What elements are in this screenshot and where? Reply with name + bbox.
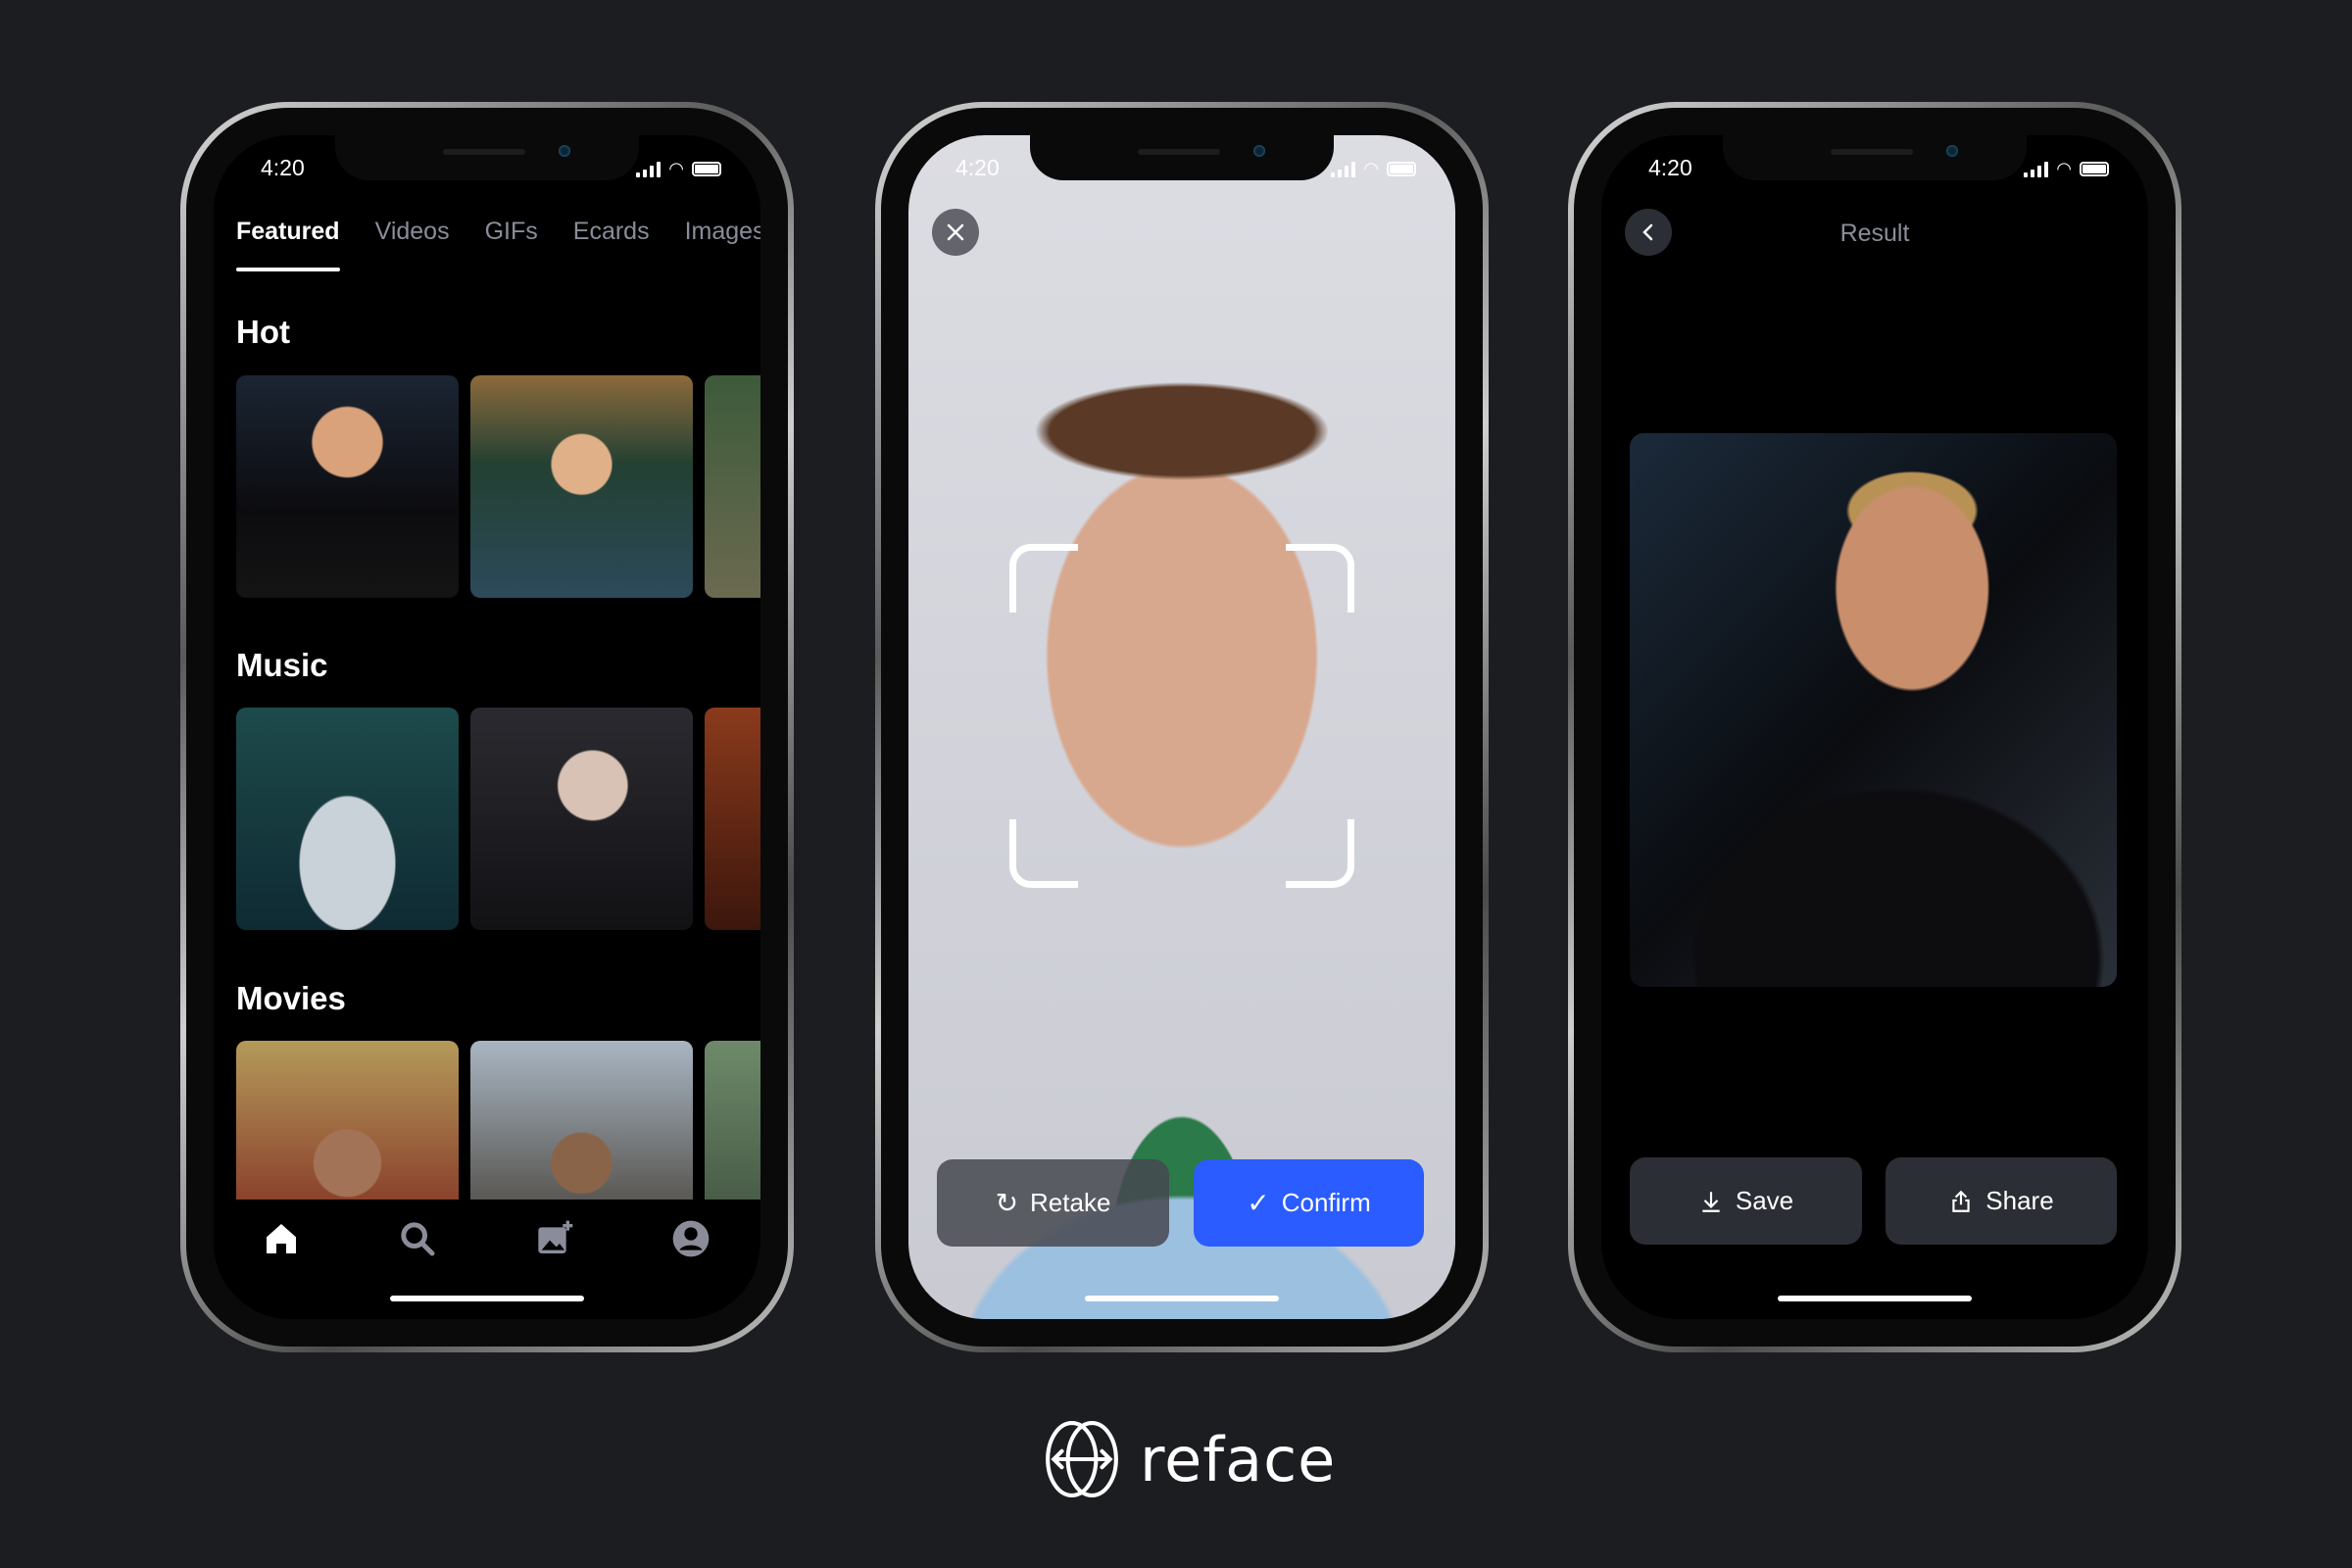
- face-frame: [1009, 544, 1354, 888]
- battery-icon: [2080, 162, 2109, 176]
- home-indicator: [1778, 1296, 1972, 1301]
- battery-icon: [1387, 162, 1416, 176]
- status-bar: 4:20 ◠: [214, 155, 760, 184]
- hot-row: [236, 375, 760, 598]
- video-thumbnail[interactable]: [470, 375, 693, 598]
- phone-feed: 4:20 ◠ Featured Videos GIFs Ecards Image…: [180, 102, 794, 1352]
- home-indicator: [1085, 1296, 1279, 1301]
- tab-featured[interactable]: Featured: [236, 218, 340, 271]
- close-button[interactable]: [932, 209, 979, 256]
- video-thumbnail[interactable]: [236, 708, 459, 930]
- signal-icon: [636, 161, 662, 177]
- feed-screen: 4:20 ◠ Featured Videos GIFs Ecards Image…: [214, 135, 760, 1319]
- capture-screen: 4:20 ◠ ↻ Retake ✓ Confirm: [908, 135, 1455, 1319]
- result-video[interactable]: [1630, 433, 2117, 987]
- share-icon: [1952, 1190, 1970, 1212]
- confirm-label: Confirm: [1281, 1188, 1371, 1217]
- battery-icon: [692, 162, 721, 176]
- status-time: 4:20: [261, 155, 305, 180]
- home-indicator: [390, 1296, 584, 1301]
- video-thumbnail[interactable]: [236, 375, 459, 598]
- wifi-icon: ◠: [2056, 159, 2072, 178]
- close-icon: [947, 223, 964, 241]
- video-thumbnail[interactable]: [470, 708, 693, 930]
- section-title-movies: Movies: [236, 980, 346, 1016]
- status-bar: 4:20 ◠: [1601, 155, 2148, 184]
- result-screen: 4:20 ◠ Result Save Share: [1601, 135, 2148, 1319]
- status-bar: 4:20 ◠: [908, 155, 1455, 184]
- confirm-button[interactable]: ✓ Confirm: [1194, 1159, 1424, 1247]
- status-time: 4:20: [956, 155, 1000, 180]
- share-label: Share: [1985, 1186, 2054, 1215]
- retake-label: Retake: [1030, 1188, 1111, 1217]
- tab-videos[interactable]: Videos: [375, 218, 450, 246]
- section-title-music: Music: [236, 647, 328, 683]
- section-title-hot: Hot: [236, 314, 290, 350]
- wifi-icon: ◠: [1363, 159, 1379, 178]
- video-thumbnail[interactable]: [705, 708, 760, 930]
- profile-icon[interactable]: [671, 1219, 710, 1258]
- checkmark-icon: ✓: [1247, 1188, 1270, 1218]
- signal-icon: [2024, 161, 2049, 177]
- search-icon[interactable]: [398, 1219, 437, 1258]
- category-tabs: Featured Videos GIFs Ecards Images: [236, 218, 760, 271]
- brand-logo: reface: [1042, 1419, 1336, 1499]
- save-label: Save: [1735, 1186, 1794, 1215]
- music-row: [236, 708, 760, 930]
- retake-button[interactable]: ↻ Retake: [937, 1159, 1169, 1247]
- tab-ecards[interactable]: Ecards: [573, 218, 650, 246]
- video-thumbnail[interactable]: [705, 375, 760, 598]
- tab-images[interactable]: Images: [685, 218, 760, 246]
- signal-icon: [1331, 161, 1356, 177]
- share-button[interactable]: Share: [1886, 1157, 2117, 1245]
- wifi-icon: ◠: [668, 159, 684, 178]
- result-title: Result: [1839, 220, 1910, 247]
- retake-icon: ↻: [995, 1188, 1019, 1218]
- tab-gifs[interactable]: GIFs: [485, 218, 538, 246]
- save-button[interactable]: Save: [1630, 1157, 1862, 1245]
- reface-logo-icon: [1046, 1421, 1118, 1497]
- add-image-icon[interactable]: [535, 1219, 574, 1258]
- status-time: 4:20: [1648, 155, 1692, 180]
- home-icon[interactable]: [262, 1219, 301, 1258]
- download-icon: [1702, 1191, 1720, 1212]
- brand-name: reface: [1140, 1423, 1337, 1495]
- phone-capture: 4:20 ◠ ↻ Retake ✓ Confirm: [875, 102, 1489, 1352]
- phone-result: 4:20 ◠ Result Save Share: [1568, 102, 2181, 1352]
